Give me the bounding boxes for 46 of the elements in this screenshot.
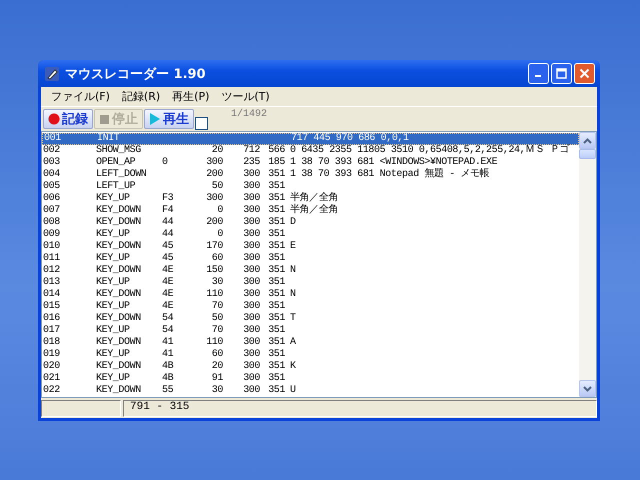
event-row[interactable]: 020 KEY_DOWN 4B 20 300 351 K [42,361,579,373]
event-row[interactable]: 018 KEY_DOWN 41 110 300 351 A [42,337,579,349]
maximize-icon [556,68,567,79]
maximize-button[interactable] [551,63,572,84]
close-icon [579,68,590,79]
chevron-up-icon [583,138,592,144]
event-row[interactable]: 016 KEY_DOWN 54 50 300 351 T [42,313,579,325]
play-button[interactable]: 再生 [144,109,194,129]
window-title: マウスレコーダー 1.90 [65,66,207,82]
event-row[interactable]: 012 KEY_DOWN 4E 150 300 351 N [42,265,579,277]
event-row[interactable]: 004 LEFT_DOWN 200 300 351 1 38 70 393 681 Notepad 無題 - メモ帳 [42,169,579,181]
record-counter: 1/1492 [231,109,268,120]
play-icon [149,112,161,126]
event-row[interactable]: 013 KEY_UP 4E 30 300 351 [42,277,579,289]
record-icon [48,113,60,125]
event-row[interactable]: 022 KEY_DOWN 55 30 300 351 U [42,385,579,397]
checkbox[interactable] [195,116,208,130]
event-row[interactable]: 007 KEY_DOWN F4 0 300 351 半角／全角 [42,205,579,217]
cursor-position: 791 - 315 [123,400,597,417]
event-row[interactable]: 011 KEY_UP 45 60 300 351 [42,253,579,265]
event-row[interactable]: 015 KEY_UP 4E 70 300 351 [42,301,579,313]
menu-item[interactable]: 記録(R) [116,89,166,104]
record-button[interactable]: 記録 [43,109,93,129]
event-row[interactable]: 010 KEY_DOWN 45 170 300 351 E [42,241,579,253]
minimize-button[interactable] [528,63,549,84]
stop-icon [99,114,110,124]
event-row[interactable]: 001 INIT 717 445 970 686 0,0,1 [42,133,579,145]
vertical-scrollbar[interactable] [579,132,596,397]
scroll-down-button[interactable] [579,380,596,397]
event-row[interactable]: 005 LEFT_UP 50 300 351 [42,181,579,193]
close-button[interactable] [574,63,595,84]
menu-item[interactable]: ファイル(F) [45,89,116,104]
event-row[interactable]: 006 KEY_UP F3 300 300 351 半角／全角 [42,193,579,205]
event-row[interactable]: 003 OPEN_AP 0 300 235 185 1 38 70 393 681 <WINDOWS>¥NOTEPAD.EXE [42,157,579,169]
event-row[interactable]: 009 KEY_UP 44 0 300 351 [42,229,579,241]
event-row[interactable]: 002 SHOW_MSG 20 712 566 0 6435 2355 11805 3510 0,65408,5,2,255,24,ＭＳ Ｐゴ [42,145,579,157]
scroll-up-button[interactable] [579,132,596,149]
event-row[interactable]: 017 KEY_UP 54 70 300 351 [42,325,579,337]
event-row[interactable]: 008 KEY_DOWN 44 200 300 351 D [42,217,579,229]
menu-item[interactable]: 再生(P) [166,89,216,104]
event-row[interactable]: 014 KEY_DOWN 4E 110 300 351 N [42,289,579,301]
event-row[interactable]: 019 KEY_UP 41 60 300 351 [42,349,579,361]
menu-item[interactable]: ツール(T) [215,89,276,104]
chevron-down-icon [583,386,592,392]
scroll-thumb[interactable] [579,149,596,159]
event-row[interactable]: 021 KEY_UP 4B 91 300 351 [42,373,579,385]
